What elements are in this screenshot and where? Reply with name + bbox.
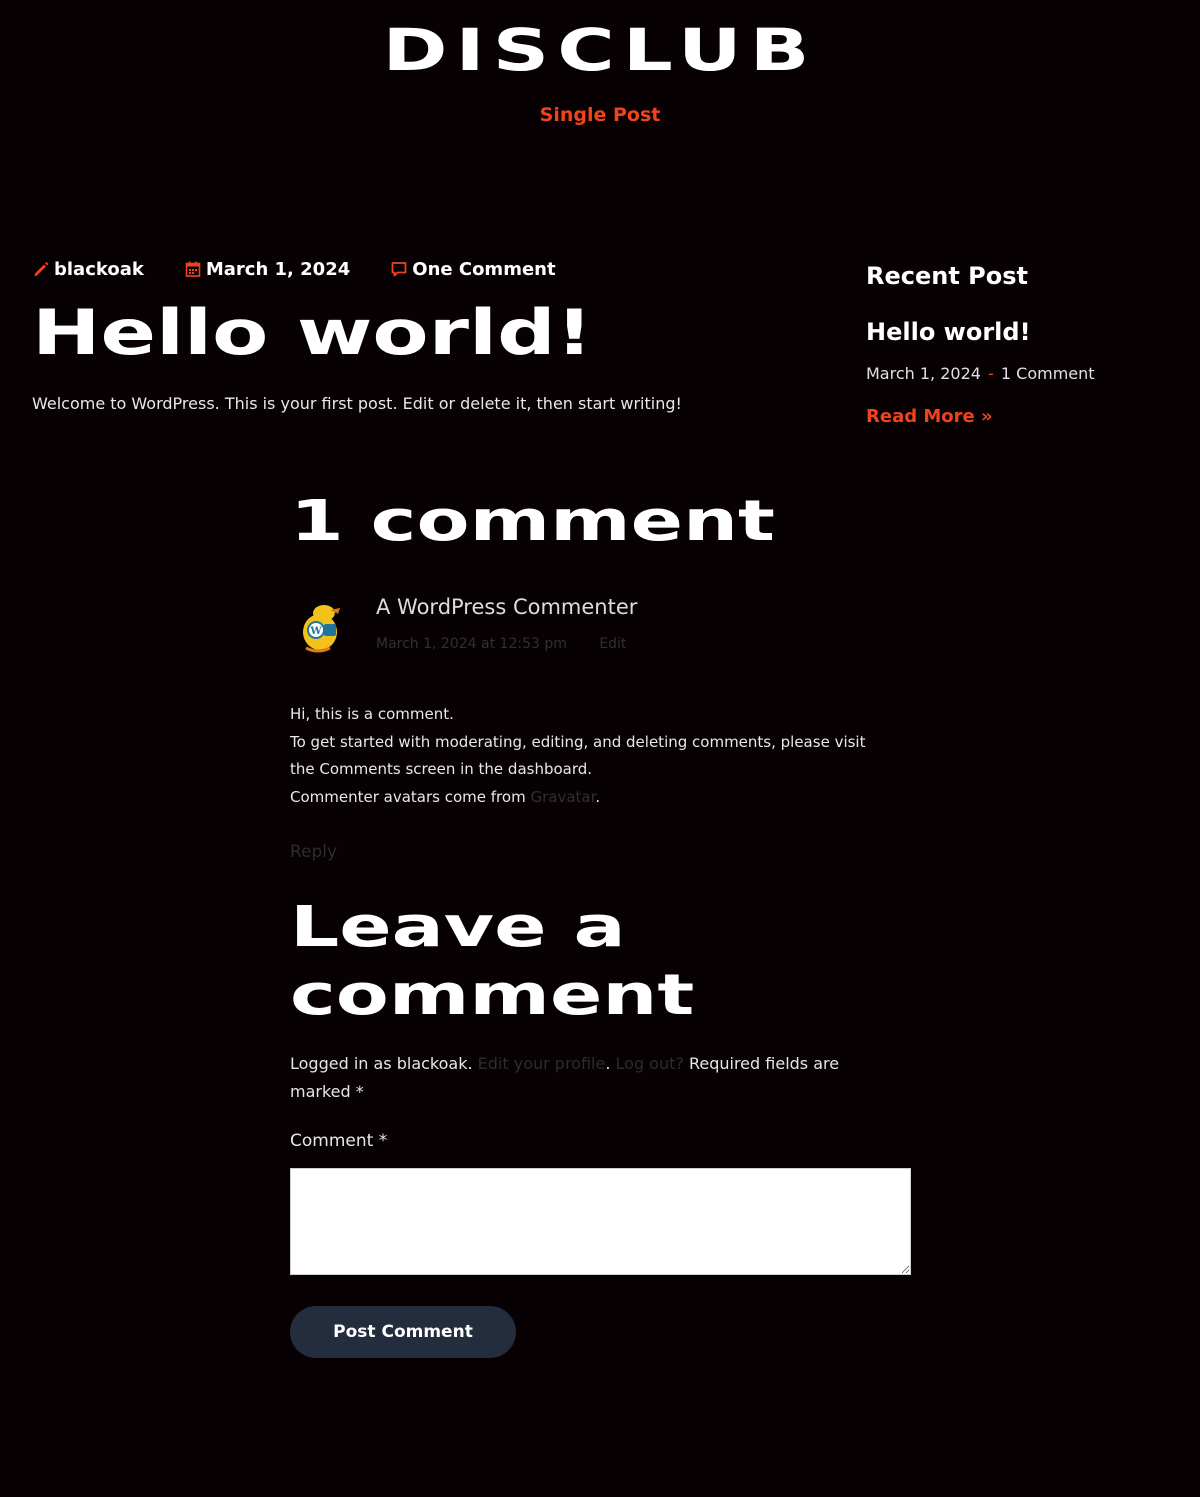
comment-body: Hi, this is a comment. To get started wi… (290, 701, 890, 811)
post-content: Welcome to WordPress. This is your first… (32, 394, 682, 413)
edit-profile-link[interactable]: Edit your profile (478, 1054, 606, 1073)
logged-in-period: . (605, 1054, 611, 1073)
recent-post-separator: - (988, 364, 994, 383)
reply-link[interactable]: Reply (290, 840, 337, 864)
comment-line-1: Hi, this is a comment. (290, 705, 454, 723)
recent-post-meta: March 1, 2024 - 1 Comment (866, 362, 1176, 386)
post-date[interactable]: March 1, 2024 (184, 259, 350, 280)
comment-author[interactable]: A WordPress Commenter (376, 592, 637, 622)
post-comments-text: One Comment (412, 258, 556, 280)
svg-text:W: W (309, 626, 322, 637)
site-title[interactable]: DISCLUB (0, 18, 1200, 82)
logged-in-note: Logged in as blackoak. Edit your profile… (290, 1050, 890, 1106)
sidebar: Recent Post Hello world! March 1, 2024 -… (866, 258, 1176, 429)
post-author-name: blackoak (54, 258, 144, 280)
comments-title: 1 comment (290, 489, 776, 554)
page-subtitle: Single Post (539, 104, 661, 126)
comment-line-3-suffix: . (595, 787, 601, 806)
sidebar-heading: Recent Post (866, 262, 1029, 290)
recent-post-title[interactable]: Hello world! (866, 314, 1176, 350)
read-more-link[interactable]: Read More » (866, 405, 993, 429)
gravatar-link[interactable]: Gravatar (530, 788, 595, 806)
comment-meta: March 1, 2024 at 12:53 pm Edit (376, 634, 626, 654)
calendar-icon (184, 260, 202, 278)
log-out-link[interactable]: Log out? (616, 1054, 684, 1073)
recent-post-comments: 1 Comment (1000, 364, 1095, 383)
comment-datetime[interactable]: March 1, 2024 at 12:53 pm (376, 636, 567, 652)
comment-textarea[interactable] (290, 1168, 911, 1275)
comment-icon (390, 260, 408, 278)
comment-edit-link[interactable]: Edit (599, 636, 626, 652)
recent-post-date: March 1, 2024 (866, 364, 981, 383)
comment-line-3: Commenter avatars come from Gravatar. (290, 784, 890, 812)
post-title: Hello world! (32, 296, 593, 369)
avatar: W (294, 600, 350, 656)
post-comments-link[interactable]: One Comment (390, 258, 556, 280)
post-date-text: March 1, 2024 (205, 258, 351, 280)
post-author[interactable]: blackoak (32, 259, 144, 280)
pencil-icon (32, 260, 50, 278)
comment-line-2: To get started with moderating, editing,… (290, 732, 866, 779)
comment-field-label: Comment * (290, 1131, 388, 1151)
comment-line-3-prefix: Commenter avatars come from (290, 787, 526, 806)
post-meta: blackoak March 1, 2024 One Comment (32, 256, 596, 282)
logged-in-prefix: Logged in as blackoak. (290, 1054, 473, 1073)
reply-title: Leave a comment (290, 895, 695, 1028)
post-comment-button[interactable]: Post Comment (290, 1306, 516, 1358)
